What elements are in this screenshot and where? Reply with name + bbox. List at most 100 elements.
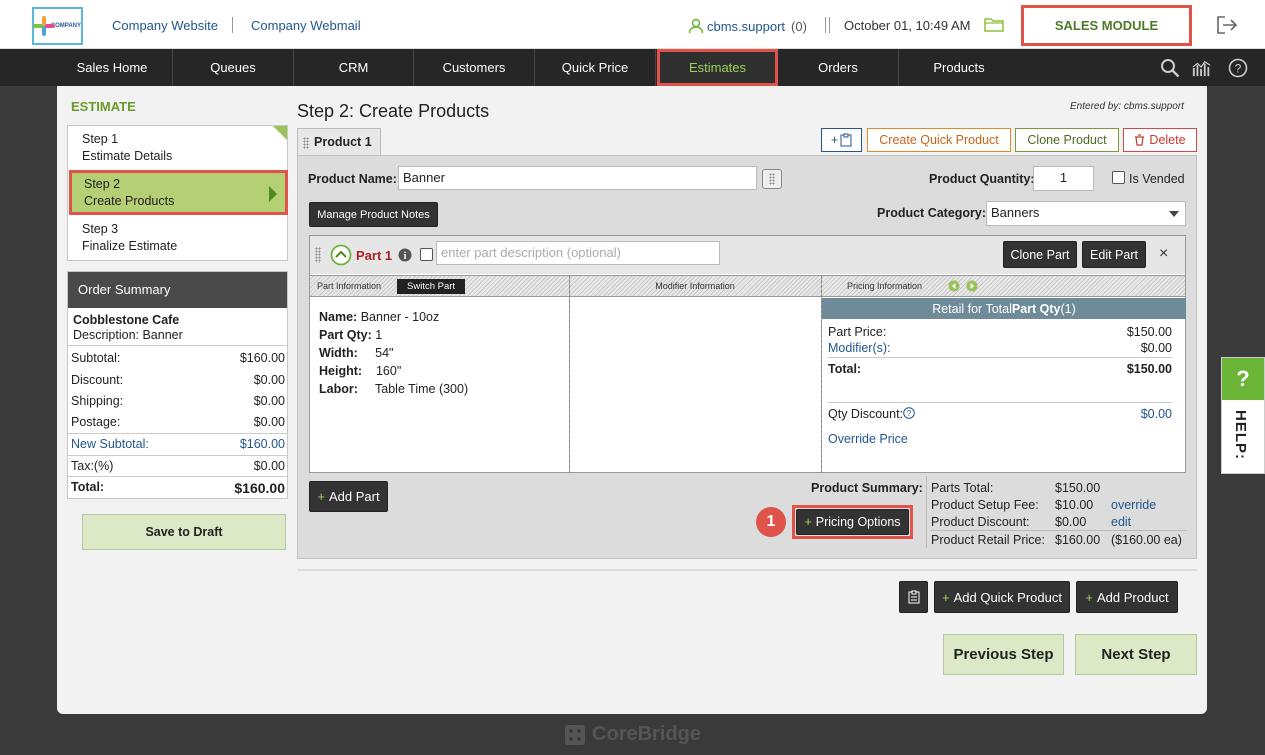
modifiers-link[interactable]: Modifier(s): xyxy=(828,341,891,355)
column-divider xyxy=(569,275,570,473)
summary-label-parts-total: Parts Total: xyxy=(931,481,994,495)
nav-queues[interactable]: Queues xyxy=(173,49,294,86)
clipboard-icon xyxy=(908,590,919,604)
product-name-input[interactable]: Banner xyxy=(398,166,757,190)
nav-products[interactable]: Products xyxy=(899,49,1019,86)
summary-row-new-subtotal: New Subtotal: $160.00 xyxy=(71,437,285,451)
help-tab[interactable]: ? HELP: xyxy=(1221,357,1265,474)
nav-estimates[interactable]: Estimates xyxy=(657,49,778,86)
product-notes-button[interactable] xyxy=(899,581,928,613)
pricing-options-button[interactable]: + Pricing Options xyxy=(796,509,909,535)
clone-product-button[interactable]: Clone Product xyxy=(1015,128,1119,152)
sales-module-button[interactable]: SALES MODULE xyxy=(1021,5,1192,46)
part-total-row: Total: $150.00 xyxy=(828,362,1172,376)
page-title: Step 2: Create Products xyxy=(297,101,490,121)
product-name-lookup-icon[interactable] xyxy=(762,169,782,189)
divider xyxy=(828,402,1000,403)
save-to-draft-button[interactable]: Save to Draft xyxy=(82,514,286,550)
completed-corner-icon xyxy=(273,126,287,140)
product-category-select[interactable]: Banners xyxy=(986,201,1186,226)
product-quantity-input[interactable]: 1 xyxy=(1033,166,1094,191)
nav-quick-price[interactable]: Quick Price xyxy=(535,49,656,86)
help-circle-icon[interactable]: ? xyxy=(903,407,915,419)
product-quantity-label: Product Quantity: xyxy=(929,172,1035,186)
edit-discount-link[interactable]: edit xyxy=(1111,515,1131,529)
drag-handle-icon[interactable] xyxy=(303,137,309,149)
step-list: Step 1 Estimate Details Step 2 Create Pr… xyxy=(67,125,288,261)
summary-row-subtotal: Subtotal: $160.00 xyxy=(71,351,285,365)
clone-part-button[interactable]: Clone Part xyxy=(1003,241,1077,268)
close-part-icon[interactable]: × xyxy=(1159,245,1168,263)
prev-arrow-icon[interactable] xyxy=(948,280,960,292)
logo-mark-icon xyxy=(33,16,55,36)
override-price-link[interactable]: Override Price xyxy=(828,432,908,446)
nav-customers[interactable]: Customers xyxy=(414,49,535,86)
divider xyxy=(829,17,830,33)
entered-by: Entered by: cbms.support xyxy=(1070,101,1184,112)
user-menu[interactable]: cbms.support (0) xyxy=(688,18,807,34)
step-2[interactable]: Step 2 Create Products xyxy=(69,170,288,215)
logout-icon[interactable] xyxy=(1216,15,1238,35)
add-note-button[interactable]: + xyxy=(821,128,862,152)
collapse-part-icon[interactable] xyxy=(330,244,352,266)
info-icon[interactable]: i xyxy=(398,248,412,262)
drag-handle-icon[interactable] xyxy=(315,247,321,263)
part-description-input[interactable]: enter part description (optional) xyxy=(436,241,720,265)
add-part-label: Add Part xyxy=(329,489,380,504)
summary-label-product-discount: Product Discount: xyxy=(931,515,1030,529)
add-product-button[interactable]: + Add Product xyxy=(1076,581,1178,613)
is-vended-checkbox[interactable] xyxy=(1112,171,1125,184)
add-note-label: + xyxy=(830,133,839,147)
summary-row-shipping: Shipping: $0.00 xyxy=(71,394,285,408)
nav-orders[interactable]: Orders xyxy=(778,49,899,86)
divider xyxy=(828,357,1172,358)
current-datetime: October 01, 10:49 AM xyxy=(844,18,971,33)
next-step-button[interactable]: Next Step xyxy=(1075,634,1197,675)
summary-each-price: ($160.00 ea) xyxy=(1111,533,1182,547)
is-vended-label: Is Vended xyxy=(1129,172,1185,186)
divider xyxy=(931,530,1187,531)
modifier-information-label: Modifier Information xyxy=(655,281,735,291)
qty-discount-link[interactable]: $0.00 xyxy=(1141,407,1172,421)
step-3[interactable]: Step 3 Finalize Estimate xyxy=(68,216,287,260)
divider xyxy=(68,455,287,456)
step-title: Step 3 xyxy=(82,222,119,236)
add-quick-product-button[interactable]: + Add Quick Product xyxy=(934,581,1070,613)
next-arrow-icon[interactable] xyxy=(966,280,978,292)
manage-product-notes-button[interactable]: Manage Product Notes xyxy=(309,202,438,227)
clipboard-icon xyxy=(840,133,852,147)
search-icon[interactable] xyxy=(1160,58,1180,78)
tab-product-1[interactable]: Product 1 xyxy=(297,128,381,156)
company-website-link[interactable]: Company Website xyxy=(112,18,218,33)
delete-product-button[interactable]: Delete xyxy=(1123,128,1197,152)
part-select-checkbox[interactable] xyxy=(420,248,433,261)
logo-text: COMPANY xyxy=(50,23,81,29)
nav-sales-home[interactable]: Sales Home xyxy=(52,49,173,86)
previous-step-button[interactable]: Previous Step xyxy=(943,634,1064,675)
company-webmail-link[interactable]: Company Webmail xyxy=(251,18,361,33)
add-part-button[interactable]: + Add Part xyxy=(309,481,388,512)
delete-label: Delete xyxy=(1149,133,1186,147)
product-category-value: Banners xyxy=(991,205,1040,220)
divider xyxy=(68,476,287,477)
corebridge-logo-icon xyxy=(565,724,586,745)
nav-crm[interactable]: CRM xyxy=(294,49,414,86)
analytics-icon[interactable] xyxy=(1192,58,1212,78)
add-quick-product-label: Add Quick Product xyxy=(953,589,1062,605)
user-count: (0) xyxy=(791,18,807,34)
company-logo[interactable]: COMPANY xyxy=(32,7,83,45)
switch-part-button[interactable]: Switch Part xyxy=(397,278,466,294)
folder-icon[interactable] xyxy=(984,16,1004,32)
top-bar: COMPANY Company Website Company Webmail … xyxy=(0,0,1265,49)
override-setup-fee-link[interactable]: override xyxy=(1111,498,1156,512)
summary-value-setup-fee: $10.00 xyxy=(1055,498,1094,512)
step-subtitle: Create Products xyxy=(84,194,175,208)
step-1[interactable]: Step 1 Estimate Details xyxy=(68,126,287,170)
footer-brand: CoreBridge xyxy=(592,723,701,745)
add-product-label: Add Product xyxy=(1097,589,1169,605)
create-quick-product-button[interactable]: Create Quick Product xyxy=(867,128,1011,152)
edit-part-button[interactable]: Edit Part xyxy=(1082,241,1146,268)
divider xyxy=(68,345,287,346)
step-marker-badge: 1 xyxy=(756,507,786,537)
help-circle-icon[interactable]: ? xyxy=(1228,58,1248,78)
